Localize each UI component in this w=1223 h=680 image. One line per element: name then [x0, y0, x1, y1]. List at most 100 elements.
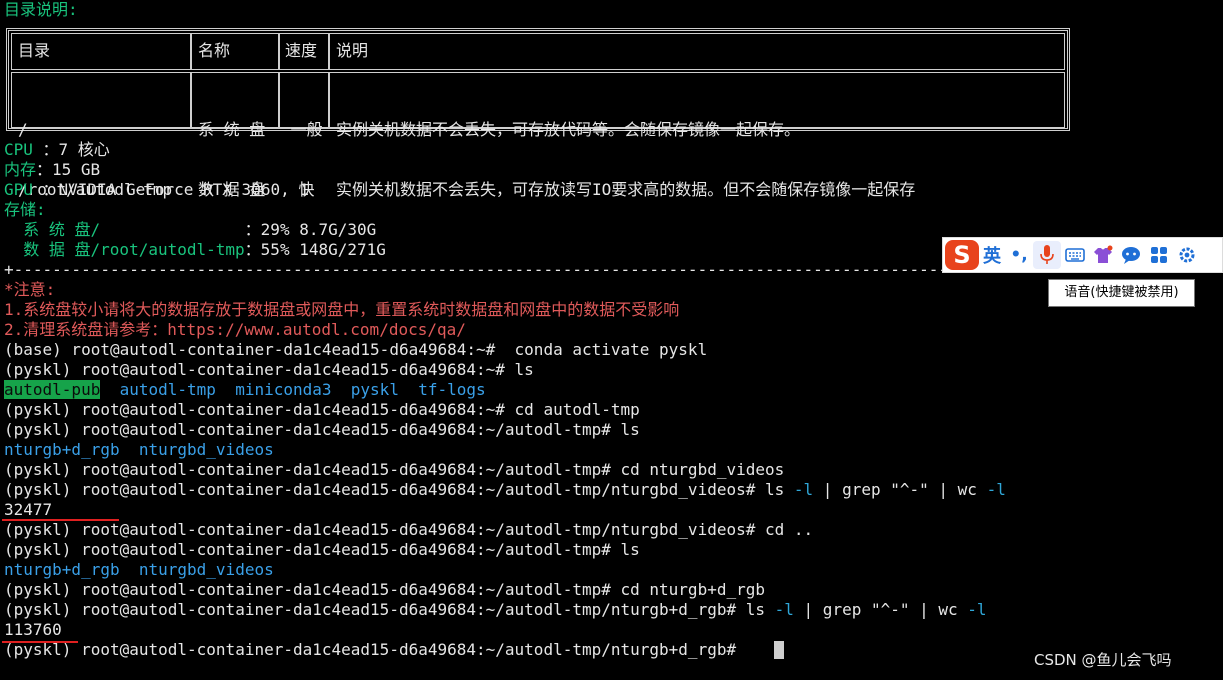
dir-entry: autodl-pub: [4, 380, 101, 399]
table-cell-desc-2: 实例关机数据不会丢失，可存放读写IO要求高的数据。但不会随保存镜像一起保存: [336, 180, 916, 199]
command-line: (base) root@autodl-container-da1c4ead15-…: [4, 340, 707, 360]
gear-svg: [1179, 247, 1195, 263]
notice-line-2: 2.清理系统盘请参考：https://www.autodl.com/docs/q…: [4, 320, 466, 339]
table-cell-desc: 实例关机数据不会丢失，可存放代码等。会随保存镜像一起保存。 实例关机数据不会丢失…: [329, 72, 1065, 199]
prompt: (pyskl) root@autodl-container-da1c4ead15…: [4, 600, 746, 619]
table-header-desc: 说明: [329, 33, 1065, 70]
gpu-line: GPU ：NVIDIA GeForce RTX 3060, 1: [4, 180, 309, 200]
table-header-speed: 速度: [279, 33, 329, 70]
command-line: (pyskl) root@autodl-container-da1c4ead15…: [4, 540, 640, 560]
ime-toolbar[interactable]: S 英 •,: [942, 237, 1223, 273]
command-flag: -l: [774, 600, 794, 619]
command-line: (pyskl) root@autodl-container-da1c4ead15…: [4, 480, 1006, 500]
data-disk-label: 数 据 盘/root/autodl-tmp: [4, 240, 245, 259]
table-cell-desc-1: 实例关机数据不会丢失，可存放代码等。会随保存镜像一起保存。: [336, 120, 801, 139]
command-pipe: | grep "^-" | wc: [793, 600, 968, 619]
dir-entry: autodl-tmp: [119, 380, 216, 399]
command: cd autodl-tmp: [514, 400, 640, 419]
data-disk-value: ：55% 148G/271G: [244, 240, 386, 259]
skin-shirt-icon[interactable]: [1089, 241, 1117, 269]
shirt-svg: [1094, 245, 1113, 263]
emoji-chat-icon[interactable]: [1117, 241, 1145, 269]
punctuation-toggle[interactable]: •,: [1005, 241, 1033, 269]
prompt: (base) root@autodl-container-da1c4ead15-…: [4, 340, 505, 359]
ime-language-toggle[interactable]: 英: [983, 242, 1001, 268]
command-pipe: | grep "^-" | wc: [813, 480, 987, 499]
csdn-watermark: CSDN @鱼儿会飞吗: [1034, 651, 1172, 669]
cpu-value: ：7 核心: [42, 140, 110, 159]
prompt: (pyskl) root@autodl-container-da1c4ead15…: [4, 540, 621, 559]
command: cd nturgb+d_rgb: [620, 580, 766, 599]
system-disk-line: 系 统 盘/ ：29% 8.7G/30G: [4, 220, 376, 240]
command-line: (pyskl) root@autodl-container-da1c4ead15…: [4, 600, 987, 620]
keyboard-svg: [1065, 248, 1085, 262]
prompt: (pyskl) root@autodl-container-da1c4ead15…: [4, 580, 621, 599]
ls-output-tmp: nturgb+d_rgb nturgbd_videos: [4, 560, 274, 580]
dir-entry: pyskl: [350, 380, 399, 399]
table-cell-speed: 一般 快: [279, 72, 329, 199]
system-disk-value: ：29% 8.7G/30G: [244, 220, 377, 239]
command: cd nturgbd_videos: [620, 460, 785, 479]
table-cell-name: 系 统 盘 数 据 盘: [191, 72, 279, 199]
prompt: (pyskl) root@autodl-container-da1c4ead15…: [4, 360, 515, 379]
voice-tooltip: 语音(快捷键被禁用): [1048, 279, 1195, 307]
microphone-svg: [1040, 245, 1054, 264]
command-line: (pyskl) root@autodl-container-da1c4ead15…: [4, 420, 640, 440]
table-header-name: 名称: [191, 33, 279, 70]
info-table: 目录 名称 速度 说明 / /root/autodl-tmp 系 统 盘 数 据…: [6, 28, 1070, 199]
command: ls: [620, 540, 640, 559]
command-line: (pyskl) root@autodl-container-da1c4ead15…: [4, 360, 534, 380]
command-flag: -l: [986, 480, 1006, 499]
command-line: (pyskl) root@autodl-container-da1c4ead15…: [4, 460, 784, 480]
dir-entry: nturgbd_videos: [138, 560, 274, 579]
system-disk-label: 系 统 盘/: [4, 220, 245, 239]
command: ls: [620, 420, 640, 439]
command-flag: -l: [793, 480, 814, 499]
keyboard-icon[interactable]: [1061, 241, 1089, 269]
chat-svg: [1122, 247, 1140, 264]
grid-svg: [1151, 247, 1167, 263]
ls-output-home: autodl-pub autodl-tmp miniconda3 pyskl t…: [4, 380, 486, 400]
terminal-window[interactable]: 目录说明: 目录 名称 速度 说明 / /root/autodl-tmp 系 统…: [0, 0, 1223, 680]
current-prompt-line[interactable]: (pyskl) root@autodl-container-da1c4ead15…: [4, 640, 746, 660]
toolbox-grid-icon[interactable]: [1145, 241, 1173, 269]
table-cell-dir-1: /: [18, 120, 28, 139]
data-disk-line: 数 据 盘/root/autodl-tmp：55% 148G/271G: [4, 240, 386, 260]
command-flag: -l: [967, 600, 987, 619]
count-output-videos: 32477: [4, 500, 53, 519]
memory-value: ：15 GB: [36, 160, 101, 179]
table-cell-name-1: 系 统 盘: [198, 120, 266, 139]
memory-line: 内存：15 GB: [4, 160, 100, 180]
command-line: (pyskl) root@autodl-container-da1c4ead15…: [4, 520, 813, 540]
command: ls: [514, 360, 534, 379]
command: cd ..: [765, 520, 814, 539]
settings-gear-icon[interactable]: [1173, 241, 1201, 269]
command: conda activate pyskl: [504, 340, 708, 359]
storage-label: 存储:: [4, 200, 46, 219]
notice-line-1: 1.系统盘较小请将大的数据存放于数据盘或网盘中，重置系统时数据盘和网盘中的数据不…: [4, 300, 680, 319]
cpu-line: CPU ：7 核心: [4, 140, 110, 160]
prompt: (pyskl) root@autodl-container-da1c4ead15…: [4, 420, 621, 439]
prompt: (pyskl) root@autodl-container-da1c4ead15…: [4, 480, 765, 499]
sogou-logo-icon[interactable]: S: [945, 240, 979, 270]
header-title: 目录说明:: [4, 0, 78, 19]
ls-output-tmp: nturgb+d_rgb nturgbd_videos: [4, 440, 274, 460]
memory-label: 内存: [4, 160, 37, 179]
prompt: (pyskl) root@autodl-container-da1c4ead15…: [4, 520, 765, 539]
terminal-cursor: [774, 641, 784, 659]
prompt: (pyskl) root@autodl-container-da1c4ead15…: [4, 460, 621, 479]
table-cell-dir: / /root/autodl-tmp: [11, 72, 191, 199]
table-cell-speed-1: 一般: [290, 120, 323, 139]
table-header-dir: 目录: [11, 33, 191, 70]
count-output-rgb: 113760: [4, 620, 62, 639]
command-ls: ls: [765, 480, 794, 499]
dir-entry: miniconda3: [235, 380, 332, 399]
cpu-label: CPU: [4, 140, 43, 159]
command-ls: ls: [745, 600, 775, 619]
gpu-value: ：NVIDIA GeForce RTX 3060, 1: [42, 180, 309, 199]
microphone-icon[interactable]: [1033, 241, 1061, 269]
prompt: (pyskl) root@autodl-container-da1c4ead15…: [4, 640, 746, 659]
notice-title: *注意:: [4, 280, 56, 299]
prompt: (pyskl) root@autodl-container-da1c4ead15…: [4, 400, 515, 419]
gpu-label: GPU: [4, 180, 43, 199]
